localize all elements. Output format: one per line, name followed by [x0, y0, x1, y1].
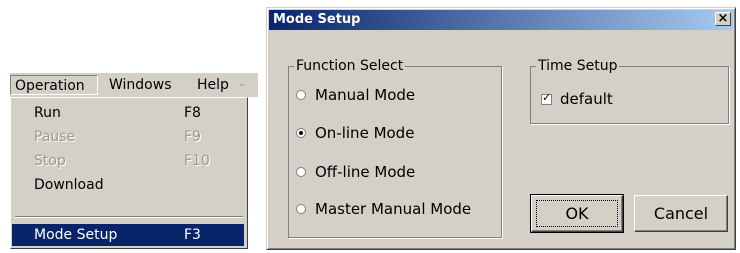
- radio-button-icon: [296, 90, 306, 100]
- menu-item-mode-setup[interactable]: Mode Setup F3: [12, 224, 244, 246]
- menu-item-pause[interactable]: Pause F9: [12, 126, 244, 148]
- dialog-titlebar[interactable]: Mode Setup ×: [269, 10, 733, 30]
- radio-button-checked-icon: [296, 128, 306, 138]
- menu-item-label: Run: [34, 105, 61, 121]
- time-setup-legend: Time Setup: [536, 57, 620, 75]
- menu-item-stop[interactable]: Stop F10: [12, 150, 244, 172]
- radio-label: On-line Mode: [315, 124, 415, 142]
- mode-setup-dialog: Mode Setup × Function Select Manual Mode…: [266, 7, 736, 250]
- checkbox-label: default: [560, 90, 613, 108]
- function-select-legend: Function Select: [294, 57, 406, 75]
- radio-button-icon: [296, 167, 306, 177]
- radio-label: Master Manual Mode: [315, 200, 472, 218]
- menu-item-label: Stop: [34, 153, 66, 169]
- operation-dropdown-menu: Run F8 Pause F9 Stop F10 Download Mode S…: [10, 97, 248, 249]
- dialog-title: Mode Setup: [273, 12, 361, 27]
- time-setup-group: Time Setup ✓ default: [530, 57, 729, 124]
- checkbox-checked-icon: ✓: [541, 91, 552, 105]
- menu-item-run[interactable]: Run F8: [12, 102, 244, 124]
- menu-separator: [15, 216, 243, 218]
- menu-item-label: Pause: [34, 129, 76, 145]
- menu-help[interactable]: Help -: [193, 75, 258, 95]
- close-icon: ×: [717, 11, 729, 26]
- menu-item-label: Mode Setup: [34, 227, 118, 243]
- menu-operation[interactable]: Operation: [10, 75, 98, 95]
- close-button[interactable]: ×: [715, 11, 731, 26]
- radio-button-icon: [296, 204, 306, 214]
- menu-help-label: Help: [197, 77, 229, 93]
- radio-label: Manual Mode: [315, 86, 416, 104]
- menu-item-shortcut: F3: [184, 227, 201, 243]
- checkmark-icon: ✓: [542, 91, 552, 104]
- menu-windows[interactable]: Windows: [105, 75, 185, 95]
- cancel-button[interactable]: Cancel: [634, 195, 728, 232]
- ok-button[interactable]: OK: [530, 194, 624, 233]
- menu-item-download[interactable]: Download: [12, 174, 244, 196]
- cancel-label: Cancel: [653, 204, 709, 223]
- function-select-group: Function Select Manual Mode On-line Mode…: [288, 57, 502, 238]
- radio-label: Off-line Mode: [315, 163, 416, 181]
- menu-item-label: Download: [34, 177, 104, 193]
- menu-item-shortcut: F8: [184, 105, 201, 121]
- menu-bar: Operation Windows Help -: [10, 73, 258, 97]
- menu-item-shortcut: F10: [184, 153, 210, 169]
- ok-label: OK: [565, 204, 589, 223]
- menu-item-shortcut: F9: [184, 129, 201, 145]
- menu-help-arrow: -: [239, 77, 245, 93]
